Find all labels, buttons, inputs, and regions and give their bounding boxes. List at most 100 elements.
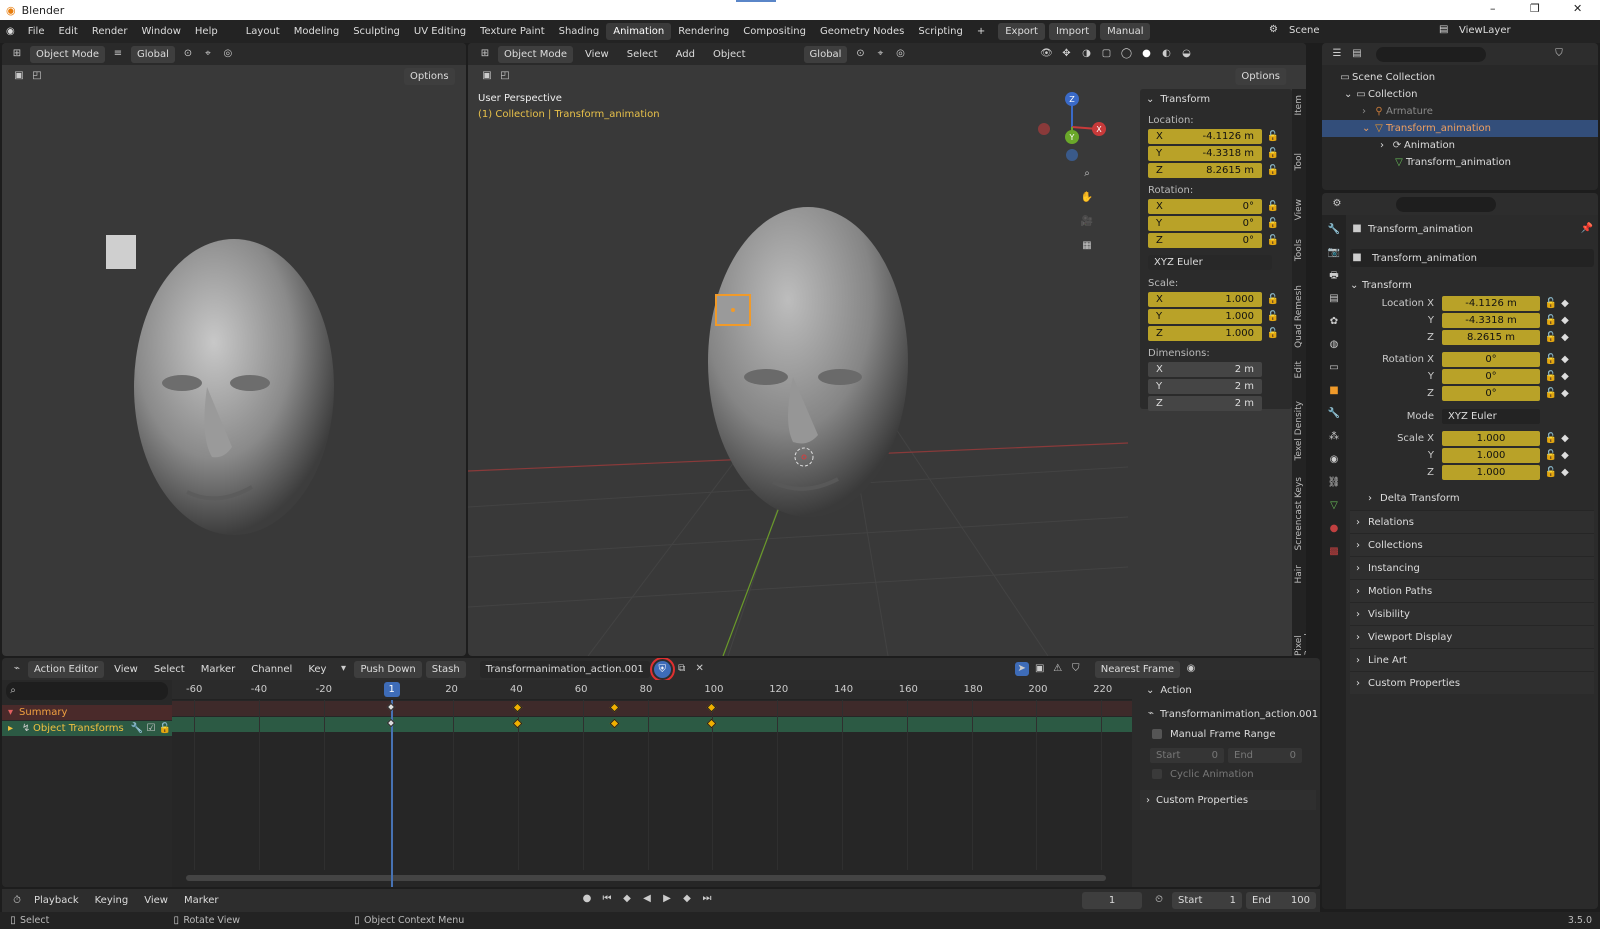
lock-icon[interactable]: 🔓 [1544, 353, 1558, 367]
tab-sculpting[interactable]: Sculpting [346, 23, 407, 40]
section-delta-transform[interactable]: › Delta Transform [1350, 487, 1594, 510]
proportional-icon[interactable]: ◎ [221, 47, 235, 61]
clock-icon[interactable]: ⏲ [1152, 893, 1166, 907]
xray-icon[interactable]: ▢ [1099, 47, 1113, 61]
maximize-button[interactable]: ❐ [1530, 2, 1540, 15]
timeline-marker-menu[interactable]: Marker [178, 895, 225, 906]
editor-type-icon[interactable]: ⏱ [10, 894, 24, 908]
camera-icon[interactable]: 🎥 [1080, 215, 1094, 229]
n-tab-4[interactable]: Quad Remesh [1294, 285, 1304, 348]
keyframe-icon[interactable]: ◆ [1558, 449, 1572, 463]
grid-perspective-icon[interactable]: ▦ [1080, 239, 1094, 253]
left-mode-dropdown[interactable]: Object Mode [30, 45, 105, 63]
expand-arrow-icon[interactable]: ▸ [8, 723, 13, 734]
object-name-field[interactable]: ■ Transform_animation [1350, 249, 1594, 267]
lock-icon[interactable]: 🔓 [1266, 164, 1280, 178]
n-tab-3[interactable]: Tools [1294, 239, 1304, 261]
pivot-icon[interactable]: ⊙ [853, 47, 867, 61]
snap-mode-dropdown[interactable]: Nearest Frame [1094, 660, 1181, 678]
expand-arrow-icon[interactable]: ▾ [8, 707, 13, 718]
scale-x-field[interactable]: 1.000 [1442, 431, 1540, 446]
menu-add[interactable]: Add [670, 49, 701, 60]
pivot-icon[interactable]: ⊙ [181, 47, 195, 61]
keyframe-icon[interactable]: ◆ [1558, 387, 1572, 401]
outliner-scene-collection[interactable]: ▭ Scene Collection [1322, 69, 1598, 86]
channel-search-input[interactable]: ⌕ [6, 682, 168, 700]
physics-tab-icon[interactable]: ◉ [1327, 453, 1341, 467]
section-custom-properties[interactable]: › Custom Properties [1350, 671, 1594, 694]
tab-rendering[interactable]: Rendering [671, 23, 736, 40]
lock-icon[interactable]: 🔓 [1544, 331, 1558, 345]
modifier-wrench-icon[interactable]: 🔧 [130, 722, 144, 736]
keyframe-icon[interactable]: ◆ [1558, 314, 1572, 328]
rotation-mode-dropdown[interactable]: XYZ Euler [1442, 408, 1540, 424]
outliner-transform-animation[interactable]: ⌄ ▽ Transform_animation [1322, 120, 1598, 137]
material-tab-icon[interactable]: ● [1327, 522, 1341, 536]
constraints-tab-icon[interactable]: ⛓ [1327, 476, 1341, 490]
prev-keyframe-icon[interactable]: ◆ [620, 892, 634, 906]
channel-object-transforms[interactable]: ▸ ↯ Object Transforms 🔧 ☑ 🔓 [2, 721, 172, 736]
menu-window[interactable]: Window [134, 26, 187, 37]
rot-field[interactable]: Y 0° [1148, 216, 1262, 231]
start-frame-field[interactable]: Start 1 [1172, 892, 1242, 909]
navigation-gizmo[interactable]: Z X Y [1036, 91, 1108, 163]
keyframe-icon[interactable]: ◆ [1558, 466, 1572, 480]
rot-field[interactable]: Z 0° [1148, 233, 1262, 248]
layer-down-icon[interactable]: ▾ [336, 662, 350, 676]
outliner-animation[interactable]: › ⟳ Animation [1322, 137, 1598, 154]
playhead-line[interactable] [390, 700, 393, 887]
scl-field[interactable]: Y 1.000 [1148, 309, 1262, 324]
manual-frame-range-row[interactable]: Manual Frame Range [1140, 724, 1316, 744]
frame-ruler[interactable]: -60 -40 -20 1 20 40 60 80 100 120 140 160 180 200 220 [172, 680, 1132, 700]
push-down-button[interactable]: Push Down [354, 660, 422, 678]
jump-end-icon[interactable]: ⏭ [700, 892, 714, 906]
main-orientation-dropdown[interactable]: Global [803, 45, 848, 63]
visibility-icon[interactable]: 👁 [1039, 47, 1053, 61]
editor-type-icon[interactable]: ⊞ [10, 47, 24, 61]
object-tab-icon[interactable]: ■ [1327, 384, 1341, 398]
solid-shading-icon[interactable]: ● [1139, 47, 1153, 61]
rot-field[interactable]: X 0° [1148, 199, 1262, 214]
lock-icon[interactable]: 🔓 [1544, 449, 1558, 463]
location-z-field[interactable]: 8.2615 m [1442, 330, 1540, 345]
section-relations[interactable]: › Relations [1350, 510, 1594, 533]
keyframe-icon[interactable]: ◆ [1558, 370, 1572, 384]
rotation-x-field[interactable]: 0° [1442, 352, 1540, 367]
tab-compositing[interactable]: Compositing [736, 23, 813, 40]
n-tab-2[interactable]: View [1294, 199, 1304, 220]
end-frame-field[interactable]: End 0 [1228, 747, 1302, 763]
record-icon[interactable]: ● [580, 892, 594, 906]
loc-field[interactable]: X -4.1126 m [1148, 129, 1262, 144]
rotation-y-field[interactable]: 0° [1442, 369, 1540, 384]
cyclic-animation-checkbox[interactable] [1152, 769, 1162, 779]
menu-view[interactable]: View [108, 664, 144, 675]
scene-selector[interactable]: ⚙ Scene [1262, 23, 1327, 37]
outliner-mesh-data[interactable]: ▽ Transform_animation [1322, 154, 1598, 171]
menu-select[interactable]: Select [621, 49, 664, 60]
n-panel-header[interactable]: ⌄ Transform [1140, 89, 1292, 109]
action-selector[interactable]: Transformanimation_action.001 [479, 660, 650, 678]
keyframe-icon[interactable]: ◆ [1558, 353, 1572, 367]
expand-arrow-icon[interactable]: ⌄ [1362, 123, 1372, 134]
keying-menu[interactable]: Keying [89, 895, 135, 906]
menu-marker[interactable]: Marker [195, 664, 242, 675]
keyframe-icon[interactable]: ◆ [1558, 432, 1572, 446]
start-frame-field[interactable]: Start 0 [1150, 747, 1224, 763]
n-tab-5[interactable]: Edit [1294, 361, 1304, 378]
menu-help[interactable]: Help [188, 26, 225, 37]
new-action-icon[interactable]: ⧉ [675, 662, 689, 676]
cyclic-animation-row[interactable]: Cyclic Animation [1140, 764, 1316, 784]
snap-icon[interactable]: ⌖ [201, 47, 215, 61]
lock-icon[interactable]: 🔓 [1544, 387, 1558, 401]
location-y-field[interactable]: -4.3318 m [1442, 313, 1540, 328]
select-tool-icon[interactable]: ▣ [12, 69, 26, 83]
expand-arrow-icon[interactable]: › [1362, 106, 1372, 117]
section-line-art[interactable]: › Line Art [1350, 648, 1594, 671]
view-layer-tab-icon[interactable]: ▤ [1327, 292, 1341, 306]
loc-field[interactable]: Y -4.3318 m [1148, 146, 1262, 161]
output-tab-icon[interactable]: 🖶 [1327, 269, 1341, 283]
gizmo-toggle-icon[interactable]: ✥ [1059, 47, 1073, 61]
rendered-shading-icon[interactable]: ◒ [1179, 47, 1193, 61]
lock-icon[interactable]: 🔓 [1266, 147, 1280, 161]
main-mode-dropdown[interactable]: Object Mode [498, 45, 573, 63]
